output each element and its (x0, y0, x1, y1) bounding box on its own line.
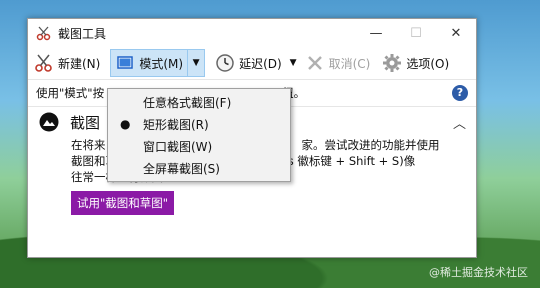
mode-dropdown-menu: 任意格式截图(F) ● 矩形截图(R) 窗口截图(W) 全屏幕截图(S) (107, 88, 291, 182)
chevron-up-icon[interactable]: ︿ (453, 113, 466, 132)
promo-title: 截图 (70, 113, 101, 132)
new-button[interactable]: 新建(N) (30, 50, 104, 76)
window-title: 截图工具 (58, 26, 107, 41)
caret-down-icon: ▼ (192, 58, 200, 68)
scissors-icon (36, 26, 51, 41)
minimize-icon: — (369, 25, 383, 41)
watermark: @稀土掘金技术社区 (429, 266, 528, 279)
clock-icon (216, 54, 234, 72)
new-button-label: 新建(N) (58, 56, 101, 71)
close-button[interactable]: ✕ (436, 19, 476, 47)
rectangle-snip-icon (117, 56, 134, 69)
options-button[interactable]: 选项(O) (378, 50, 453, 76)
snip-sketch-icon (39, 112, 59, 132)
gear-icon (383, 54, 402, 72)
delay-button-label: 延迟(D) (239, 56, 282, 71)
mode-button-label: 模式(M) (139, 56, 184, 71)
menu-item-rectangle[interactable]: ● 矩形截图(R) (108, 113, 290, 135)
options-button-label: 选项(O) (406, 56, 450, 71)
new-snip-icon (35, 54, 52, 72)
menu-item-fullscreen[interactable]: 全屏幕截图(S) (108, 157, 290, 179)
cancel-x-icon (307, 56, 322, 70)
cancel-button[interactable]: 取消(C) (301, 50, 375, 76)
selected-bullet-icon: ● (120, 117, 131, 131)
toolbar: 新建(N) 模式(M) ▼ 延迟(D) ▼ 取消(C) 选项(O) (28, 47, 476, 80)
menu-item-window[interactable]: 窗口截图(W) (108, 135, 290, 157)
info-text-left: 使用"模式"按 (36, 86, 105, 100)
menu-item-freeform[interactable]: 任意格式截图(F) (108, 91, 290, 113)
menu-item-label: 全屏幕截图(S) (143, 161, 220, 176)
help-icon[interactable]: ? (452, 85, 468, 101)
menu-item-label: 矩形截图(R) (143, 117, 209, 132)
mode-button[interactable]: 模式(M) (110, 49, 189, 77)
maximize-icon: ☐ (410, 25, 422, 41)
title-bar[interactable]: 截图工具 — ☐ ✕ (28, 19, 476, 47)
close-icon: ✕ (450, 25, 462, 41)
menu-item-label: 窗口截图(W) (143, 139, 213, 154)
try-snip-sketch-button[interactable]: 试用"截图和草图" (71, 191, 175, 215)
menu-item-label: 任意格式截图(F) (143, 95, 232, 110)
mode-dropdown-toggle[interactable]: ▼ (188, 49, 206, 77)
delay-caret-down-icon[interactable]: ▼ (286, 58, 301, 68)
promo-line1-left: 在将来 (71, 138, 106, 152)
maximize-button[interactable]: ☐ (396, 19, 436, 47)
promo-line1-right: 家。尝试改进的功能并使用 (301, 138, 440, 152)
mode-split-button: 模式(M) ▼ (110, 49, 206, 77)
minimize-button[interactable]: — (356, 19, 396, 47)
cancel-button-label: 取消(C) (328, 56, 371, 71)
delay-button[interactable]: 延迟(D) (211, 50, 286, 76)
